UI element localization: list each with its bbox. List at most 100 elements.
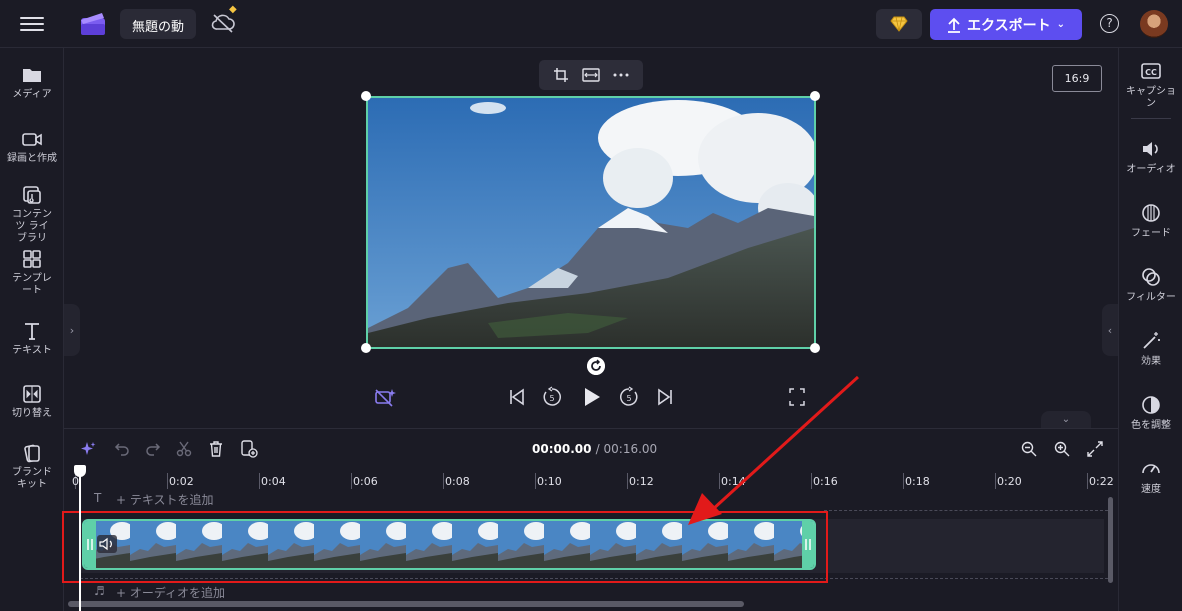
svg-text:5: 5 bbox=[626, 394, 631, 403]
magic-wand-icon bbox=[1143, 332, 1160, 349]
sidebar-item-templates[interactable]: テンプレート bbox=[0, 248, 64, 297]
aspect-ratio-button[interactable]: 16:9 bbox=[1052, 65, 1102, 92]
sidebar-item-captions[interactable]: CC キャプション bbox=[1119, 60, 1182, 110]
playhead-handle[interactable] bbox=[74, 465, 86, 477]
diamond-icon bbox=[890, 16, 908, 32]
play-icon[interactable] bbox=[582, 386, 602, 408]
top-bar: 無題の動 ◆ エクスポート ⌄ ? bbox=[0, 0, 1182, 48]
ruler-tick-label: 0:14 bbox=[721, 475, 746, 488]
undo-icon[interactable] bbox=[114, 442, 130, 456]
sidebar-item-record[interactable]: 録画と作成 bbox=[0, 128, 64, 165]
current-time: 00:00.00 bbox=[532, 442, 592, 456]
zoom-in-icon[interactable] bbox=[1054, 441, 1070, 457]
sidebar-item-label: 色を調整 bbox=[1131, 420, 1171, 431]
video-preview[interactable] bbox=[366, 96, 816, 349]
ruler-tick-label: 0:10 bbox=[537, 475, 562, 488]
timeline-toolbar: 00:00.00 / 00:16.00 bbox=[64, 429, 1118, 469]
sidebar-item-label: メディア bbox=[12, 89, 52, 100]
avatar[interactable] bbox=[1140, 10, 1168, 38]
sidebar-item-brand-kit[interactable]: ブランド キット bbox=[0, 442, 64, 491]
premium-button[interactable] bbox=[876, 9, 922, 39]
resize-handle-bottom-left[interactable] bbox=[361, 343, 371, 353]
cloud-offline-icon[interactable] bbox=[210, 12, 236, 34]
text-icon bbox=[25, 323, 39, 340]
brand-kit-icon bbox=[24, 444, 40, 463]
hamburger-menu-icon[interactable] bbox=[20, 14, 44, 34]
sidebar-item-text[interactable]: テキスト bbox=[0, 320, 64, 357]
ruler-tick bbox=[443, 473, 444, 489]
ruler-tick-label: 0 bbox=[72, 475, 79, 488]
sidebar-item-label: フェード bbox=[1131, 228, 1171, 239]
crop-icon[interactable] bbox=[553, 67, 569, 83]
add-text-track[interactable]: T + テキストを追加 bbox=[80, 491, 1110, 509]
skip-to-end-icon[interactable] bbox=[656, 386, 674, 408]
ruler-tick-label: 0:02 bbox=[169, 475, 194, 488]
transition-icon bbox=[23, 385, 41, 403]
add-audio-label: + オーディオを追加 bbox=[116, 586, 226, 600]
ruler-tick-label: 0:16 bbox=[813, 475, 838, 488]
resize-handle-top-left[interactable] bbox=[361, 91, 371, 101]
horizontal-scrollbar[interactable] bbox=[68, 601, 744, 607]
collapse-left-panel-button[interactable]: › bbox=[64, 304, 80, 356]
video-editor-app: 無題の動 ◆ エクスポート ⌄ ? メディア 録画と作成 コンテンツ ライブラリ… bbox=[0, 0, 1182, 611]
speaker-icon bbox=[1143, 142, 1158, 156]
sidebar-item-transitions[interactable]: 切り替え bbox=[0, 383, 64, 420]
zoom-out-icon[interactable] bbox=[1021, 441, 1037, 457]
collapse-right-panel-button[interactable]: ‹ bbox=[1102, 304, 1118, 356]
more-options-icon[interactable] bbox=[613, 73, 629, 77]
ai-sparkle-icon[interactable] bbox=[80, 441, 96, 457]
project-title-field[interactable]: 無題の動 bbox=[120, 9, 196, 39]
ai-camera-icon[interactable] bbox=[374, 386, 396, 408]
fullscreen-icon[interactable] bbox=[788, 386, 806, 408]
resize-handle-bottom-right[interactable] bbox=[810, 343, 820, 353]
total-duration: / 00:16.00 bbox=[595, 442, 658, 456]
trash-icon[interactable] bbox=[208, 440, 224, 457]
add-media-icon[interactable] bbox=[240, 440, 258, 458]
sidebar-item-color-adjust[interactable]: 色を調整 bbox=[1119, 394, 1182, 432]
ruler-tick bbox=[903, 473, 904, 489]
resize-handle-top-right[interactable] bbox=[810, 91, 820, 101]
preview-toolbar bbox=[539, 60, 643, 90]
skip-to-start-icon[interactable] bbox=[508, 386, 526, 408]
sidebar-item-label: フィルター bbox=[1126, 292, 1176, 303]
sidebar-item-effects[interactable]: 効果 bbox=[1119, 330, 1182, 368]
add-text-label: + テキストを追加 bbox=[116, 493, 214, 507]
sidebar-item-fade[interactable]: フェード bbox=[1119, 202, 1182, 240]
fit-timeline-icon[interactable] bbox=[1086, 440, 1104, 458]
filter-icon bbox=[1142, 268, 1160, 286]
playhead[interactable] bbox=[79, 470, 81, 611]
help-icon[interactable]: ? bbox=[1100, 14, 1119, 33]
export-button[interactable]: エクスポート ⌄ bbox=[930, 9, 1082, 40]
sidebar-item-media[interactable]: メディア bbox=[0, 64, 64, 101]
right-sidebar: CC キャプション オーディオ フェード フィルター 効果 色を調整 速度 bbox=[1118, 48, 1182, 611]
sidebar-item-label: コンテンツ ライブラリ bbox=[12, 209, 52, 244]
rotate-handle-icon[interactable] bbox=[587, 357, 605, 375]
scissors-icon[interactable] bbox=[176, 441, 192, 457]
sidebar-item-audio[interactable]: オーディオ bbox=[1119, 138, 1182, 176]
ruler-tick bbox=[259, 473, 260, 489]
sidebar-item-filters[interactable]: フィルター bbox=[1119, 266, 1182, 304]
ruler-tick bbox=[351, 473, 352, 489]
timecode: 00:00.00 / 00:16.00 bbox=[532, 442, 657, 456]
sidebar-item-content-library[interactable]: コンテンツ ライブラリ bbox=[0, 184, 64, 245]
forward-5s-icon[interactable]: 5 bbox=[618, 386, 640, 408]
ruler-tick bbox=[811, 473, 812, 489]
redo-icon[interactable] bbox=[145, 442, 161, 456]
annotation-highlight-box bbox=[62, 511, 828, 583]
rewind-5s-icon[interactable]: 5 bbox=[541, 386, 563, 408]
clipchamp-logo-icon bbox=[81, 13, 105, 35]
ruler-tick-label: 0:12 bbox=[629, 475, 654, 488]
vertical-scrollbar[interactable] bbox=[1108, 497, 1113, 583]
ruler-tick-label: 0:04 bbox=[261, 475, 286, 488]
premium-gem-small-icon: ◆ bbox=[229, 4, 237, 15]
sidebar-item-label: オーディオ bbox=[1126, 164, 1176, 175]
collapse-timeline-button[interactable]: ⌄ bbox=[1041, 411, 1091, 428]
sidebar-item-label: テキスト bbox=[12, 345, 52, 356]
ruler-tick-label: 0:08 bbox=[445, 475, 470, 488]
sidebar-item-label: 録画と作成 bbox=[7, 153, 57, 164]
music-note-icon: ♬ bbox=[94, 584, 105, 598]
sidebar-item-speed[interactable]: 速度 bbox=[1119, 458, 1182, 496]
upload-icon bbox=[948, 17, 960, 33]
ruler-tick bbox=[995, 473, 996, 489]
fit-icon[interactable] bbox=[582, 68, 600, 82]
